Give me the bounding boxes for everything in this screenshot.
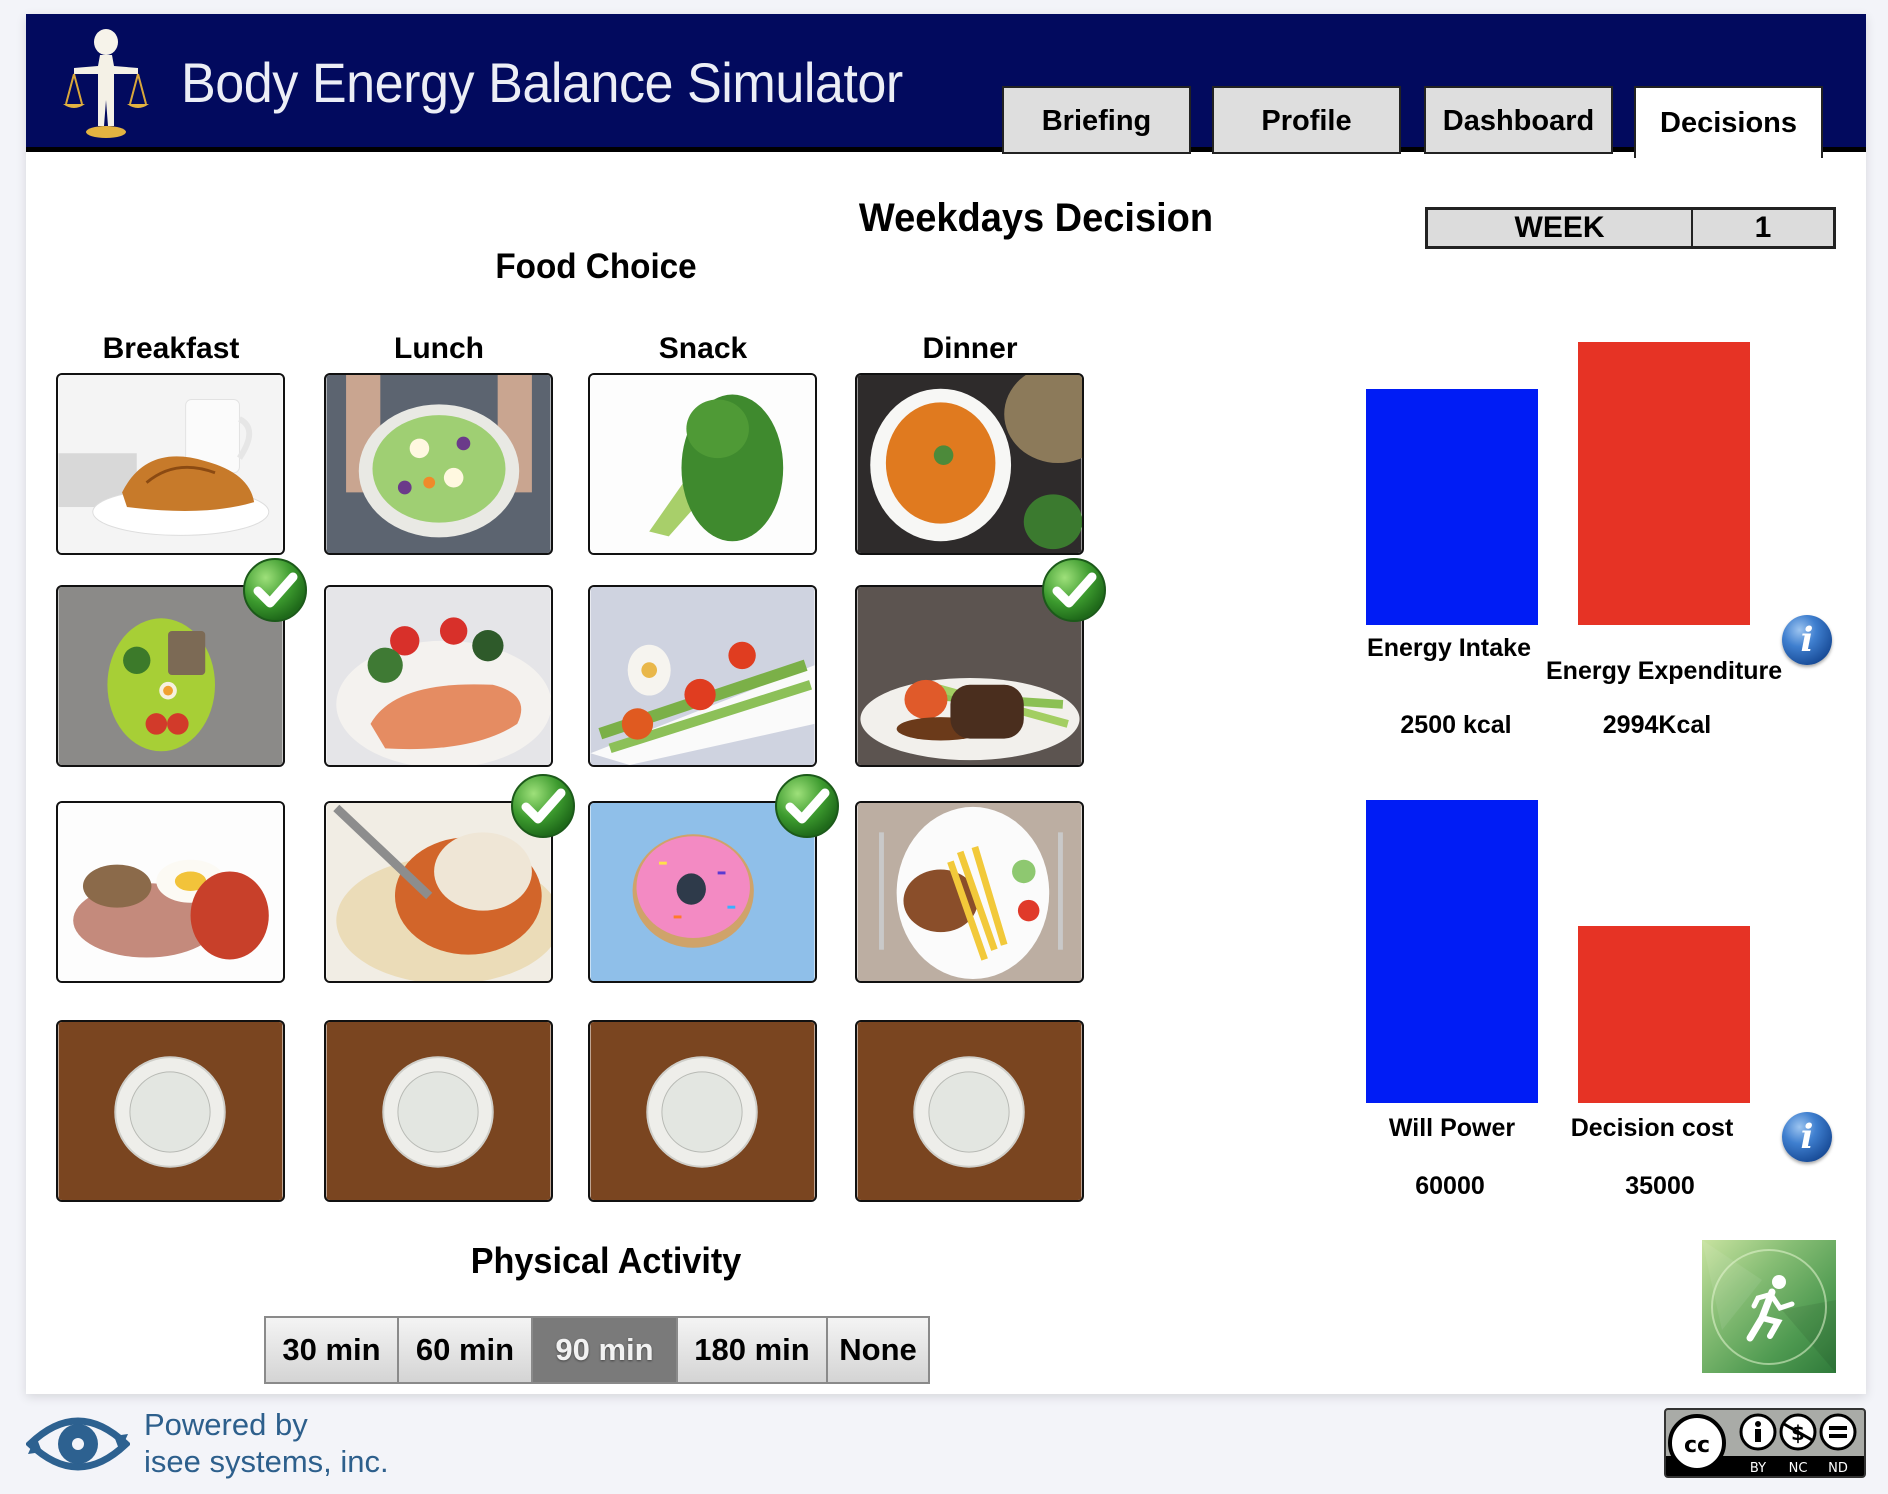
willpower-info-icon[interactable]: i xyxy=(1782,1112,1832,1162)
cc-text: cc xyxy=(1684,1433,1710,1458)
food-option-snack-skip[interactable] xyxy=(588,1020,817,1202)
food-option-snack-broccoli[interactable] xyxy=(588,373,817,555)
column-header-breakfast: Breakfast xyxy=(102,332,240,365)
egg-asparagus-salad-image xyxy=(590,587,815,765)
physical-activity-heading: Physical Activity xyxy=(470,1240,742,1281)
label-energy-expenditure: Energy Expenditure xyxy=(1546,657,1783,685)
steak-image xyxy=(857,587,1082,765)
activity-segmented-control: 30 min 60 min 90 min 180 min None xyxy=(264,1316,930,1384)
run-simulation-button[interactable] xyxy=(1702,1240,1836,1373)
empty-plate-image xyxy=(326,1022,551,1200)
activity-option-60[interactable]: 60 min xyxy=(399,1318,533,1382)
food-option-breakfast-healthy-plate[interactable] xyxy=(56,585,285,767)
license-nd: ND xyxy=(1828,1461,1848,1476)
value-will-power: 60000 xyxy=(1415,1172,1485,1200)
activity-option-30[interactable]: 30 min xyxy=(266,1318,399,1382)
tab-briefing[interactable]: Briefing xyxy=(1002,86,1191,154)
food-option-lunch-skip[interactable] xyxy=(324,1020,553,1202)
food-option-dinner-soup[interactable] xyxy=(855,373,1084,555)
license-by: BY xyxy=(1750,1461,1766,1476)
food-option-dinner-steak[interactable] xyxy=(855,585,1084,767)
food-option-dinner-pork-fries[interactable] xyxy=(855,801,1084,983)
empty-plate-image xyxy=(857,1022,1082,1200)
salmon-image xyxy=(326,587,551,765)
week-label: WEEK xyxy=(1428,210,1693,246)
label-energy-intake: Energy Intake xyxy=(1367,634,1531,662)
food-choice-heading: Food Choice xyxy=(495,247,697,286)
empty-plate-image xyxy=(58,1022,283,1200)
tab-dashboard[interactable]: Dashboard xyxy=(1424,86,1613,154)
bar-decision-cost xyxy=(1578,926,1750,1103)
bar-will-power xyxy=(1366,800,1538,1103)
bacon-egg-image xyxy=(58,803,283,981)
bar-energy-expenditure xyxy=(1578,342,1750,625)
app-title: Body Energy Balance Simulator xyxy=(181,51,903,114)
running-person-icon xyxy=(1702,1240,1836,1373)
food-option-dinner-skip[interactable] xyxy=(855,1020,1084,1202)
value-energy-expenditure: 2994Kcal xyxy=(1602,711,1712,739)
energy-info-icon[interactable]: i xyxy=(1782,615,1832,665)
page-title: Weekdays Decision xyxy=(858,196,1214,240)
label-will-power: Will Power xyxy=(1388,1114,1516,1142)
value-decision-cost: 35000 xyxy=(1625,1172,1695,1200)
food-option-snack-egg-salad[interactable] xyxy=(588,585,817,767)
isee-eye-logo-icon xyxy=(26,1417,130,1471)
pork-chop-fries-image xyxy=(857,803,1082,981)
food-option-snack-donut[interactable] xyxy=(588,801,817,983)
spaghetti-image xyxy=(326,803,551,981)
salad-image xyxy=(326,375,551,553)
balance-figure-logo-icon xyxy=(63,29,149,138)
app-header: Body Energy Balance Simulator Briefing P… xyxy=(26,14,1866,158)
powered-by-line2: isee systems, inc. xyxy=(144,1444,389,1479)
food-option-breakfast-skip[interactable] xyxy=(56,1020,285,1202)
healthy-breakfast-image xyxy=(58,587,283,765)
week-value: 1 xyxy=(1754,211,1772,244)
powered-by-line1: Powered by xyxy=(144,1407,308,1442)
activity-option-90[interactable]: 90 min xyxy=(533,1318,678,1382)
tab-profile[interactable]: Profile xyxy=(1212,86,1401,154)
tab-decisions[interactable]: Decisions xyxy=(1634,86,1823,158)
soup-image xyxy=(857,375,1082,553)
column-header-dinner: Dinner xyxy=(922,332,1018,365)
cc-license-badge[interactable]: cc $ BY NC ND xyxy=(1664,1408,1866,1478)
activity-option-180[interactable]: 180 min xyxy=(678,1318,828,1382)
food-option-breakfast-fry-up[interactable] xyxy=(56,801,285,983)
week-indicator: WEEK 1 xyxy=(1425,207,1836,249)
food-option-lunch-salmon[interactable] xyxy=(324,585,553,767)
food-option-lunch-salad[interactable] xyxy=(324,373,553,555)
empty-plate-image xyxy=(590,1022,815,1200)
column-header-lunch: Lunch xyxy=(394,332,484,365)
column-header-snack: Snack xyxy=(658,332,748,365)
value-energy-intake: 2500 kcal xyxy=(1400,711,1512,739)
broccoli-image xyxy=(590,375,815,553)
powered-by-text: Powered by isee systems, inc. xyxy=(144,1406,389,1480)
label-decision-cost: Decision cost xyxy=(1570,1114,1734,1142)
activity-option-none[interactable]: None xyxy=(828,1318,928,1382)
food-option-lunch-spaghetti[interactable] xyxy=(324,801,553,983)
donut-image xyxy=(590,803,815,981)
app-panel: Body Energy Balance Simulator Briefing P… xyxy=(26,14,1866,1394)
license-nc: NC xyxy=(1789,1461,1808,1476)
bar-energy-intake xyxy=(1366,389,1538,625)
croissant-image xyxy=(58,375,283,553)
food-option-breakfast-croissant[interactable] xyxy=(56,373,285,555)
cc-by-nc-nd-icon: cc $ BY NC ND xyxy=(1666,1410,1864,1476)
